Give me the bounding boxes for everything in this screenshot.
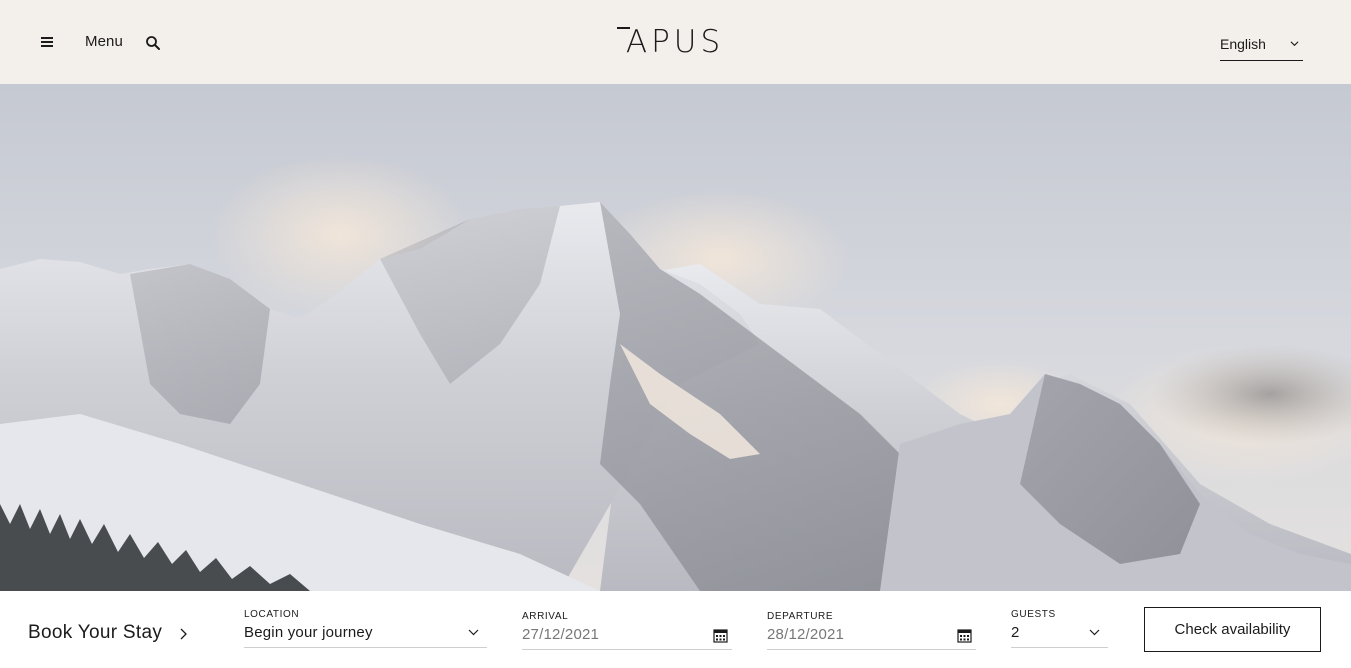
arrival-label: ARRIVAL [522, 611, 569, 622]
check-availability-button[interactable]: Check availability [1144, 607, 1321, 652]
search-icon[interactable] [145, 35, 161, 51]
chevron-down-icon [468, 629, 479, 636]
guests-label: GUESTS [1011, 609, 1056, 620]
mountain-illustration [0, 84, 1351, 591]
chevron-down-icon [1290, 41, 1299, 47]
language-value: English [1220, 36, 1266, 52]
site-header: Menu APUS English [0, 0, 1351, 84]
departure-value: 28/12/2021 [767, 626, 845, 643]
language-select[interactable]: English [1220, 33, 1303, 61]
departure-label: DEPARTURE [767, 611, 834, 622]
location-select[interactable]: LOCATION Begin your journey [244, 609, 487, 648]
calendar-icon[interactable] [713, 628, 728, 643]
location-value: Begin your journey [244, 624, 373, 641]
chevron-right-icon[interactable] [180, 628, 188, 640]
hero-image [0, 84, 1351, 591]
calendar-icon[interactable] [957, 628, 972, 643]
book-your-stay-link[interactable]: Book Your Stay [28, 622, 162, 644]
location-label: LOCATION [244, 609, 300, 620]
hamburger-icon[interactable] [41, 37, 53, 47]
menu-button[interactable]: Menu [85, 33, 123, 50]
guests-value: 2 [1011, 624, 1020, 641]
site-logo[interactable]: APUS [612, 21, 738, 61]
arrival-value: 27/12/2021 [522, 626, 600, 643]
guests-select[interactable]: GUESTS 2 [1011, 609, 1108, 648]
arrival-date-field[interactable]: ARRIVAL 27/12/2021 [522, 611, 732, 650]
departure-date-field[interactable]: DEPARTURE 28/12/2021 [767, 611, 976, 650]
chevron-down-icon [1089, 629, 1100, 636]
